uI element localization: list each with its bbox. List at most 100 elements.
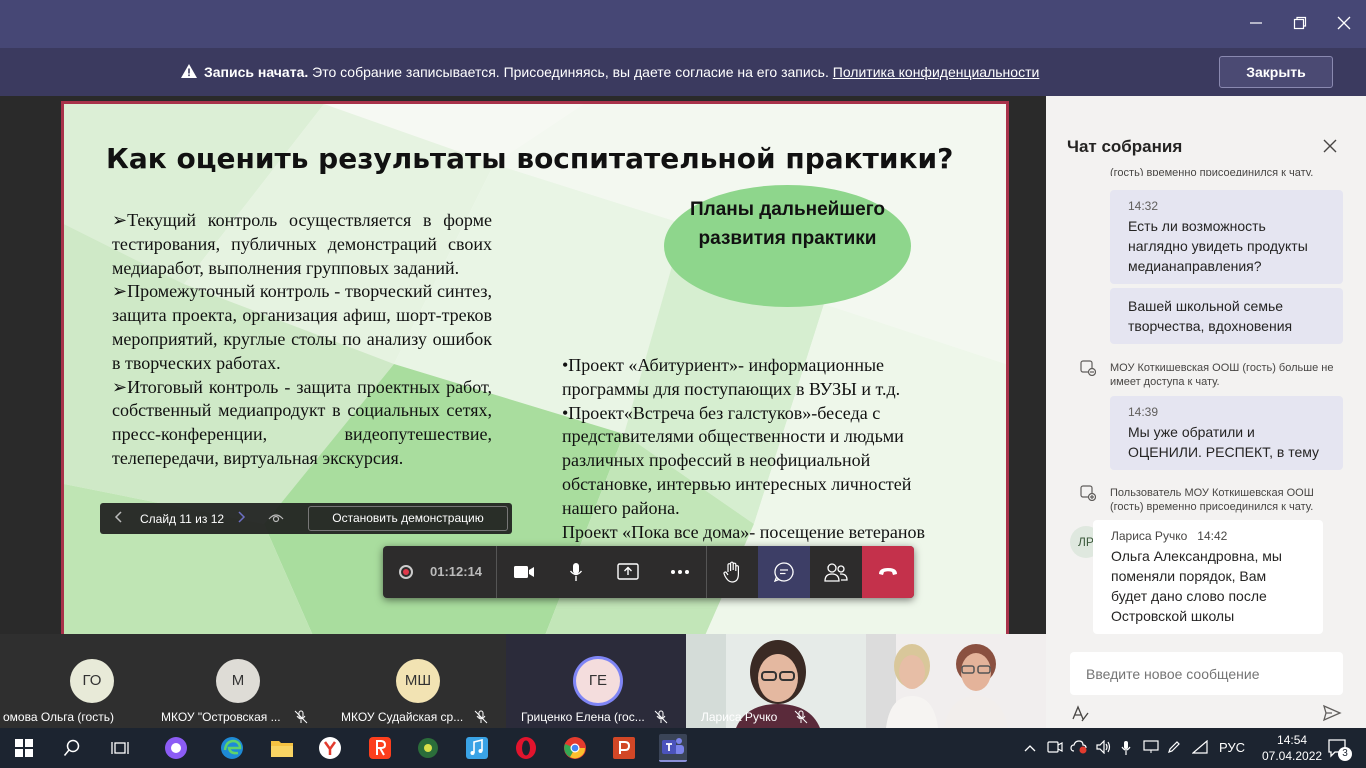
eye-icon	[268, 514, 284, 523]
more-actions-button[interactable]	[654, 546, 706, 598]
message-text: Мы уже обратили и ОЦЕНИЛИ. РЕСПЕКТ, в те…	[1128, 424, 1320, 460]
participant-video-tile[interactable]	[866, 634, 1046, 728]
chevron-up-icon	[1024, 745, 1036, 752]
display-tray[interactable]	[1143, 740, 1159, 757]
globe-icon	[418, 738, 438, 758]
compose-message-input[interactable]	[1070, 652, 1343, 695]
message-text: Есть ли возможность наглядно увидеть про…	[1128, 218, 1308, 274]
chat-messages[interactable]: (гость) временно присоединился к чату. 1…	[1046, 168, 1366, 638]
camera-button[interactable]	[498, 546, 550, 598]
recording-text: Это собрание записывается. Присоединяясь…	[308, 64, 833, 80]
powerpoint-app[interactable]	[610, 734, 638, 762]
recording-title: Запись начата.	[204, 64, 309, 80]
system-message: (гость) временно присоединился к чату.	[1110, 168, 1314, 176]
opera-app[interactable]	[512, 734, 540, 762]
system-message: Пользователь МОУ Коткишевская ООШ (гость…	[1110, 486, 1345, 514]
yandex-browser-app[interactable]	[316, 734, 344, 762]
network-tray[interactable]	[1191, 739, 1208, 757]
banner-close-button[interactable]: Закрыть	[1219, 56, 1333, 88]
minimize-button[interactable]	[1236, 8, 1276, 40]
clock[interactable]: 14:54 07.04.2022	[1262, 732, 1322, 764]
privacy-policy-link[interactable]: Политика конфиденциальности	[833, 64, 1040, 80]
slide-navigation-bar: Слайд 11 из 12 Остановить демонстрацию	[100, 503, 512, 534]
slide-oval: Планы дальнейшего развития практики	[664, 185, 911, 307]
next-slide-button[interactable]	[236, 510, 246, 527]
shared-content-stage: Как оценить результаты воспитательной пр…	[0, 96, 1046, 641]
cloud-tray[interactable]	[1070, 740, 1088, 757]
network-icon	[1191, 739, 1208, 754]
chat-icon	[773, 562, 794, 583]
message-time: 14:32	[1128, 199, 1159, 213]
system-prefix: Пользователь	[1110, 487, 1185, 499]
participants-button[interactable]	[810, 546, 862, 598]
recording-icon	[399, 565, 413, 579]
search-icon	[63, 739, 80, 756]
camera-icon	[514, 566, 534, 578]
participant-avatar: ГО	[70, 659, 114, 703]
video-feed	[866, 634, 1046, 728]
raise-hand-button[interactable]	[706, 546, 758, 598]
chat-join-icon	[1080, 485, 1096, 501]
opera-icon	[516, 737, 536, 759]
close-window-button[interactable]	[1324, 8, 1364, 40]
pen-icon	[1168, 741, 1180, 753]
share-content-button[interactable]	[602, 546, 654, 598]
pen-tray[interactable]	[1167, 740, 1181, 757]
message-text: Ольга Александровна, мы поменяли порядок…	[1111, 548, 1282, 624]
meet-now-tray[interactable]	[1047, 740, 1063, 757]
slide-title: Как оценить результаты воспитательной пр…	[106, 142, 954, 175]
previous-slide-button[interactable]	[114, 510, 124, 527]
send-button[interactable]	[1322, 703, 1342, 723]
chrome-app[interactable]	[561, 734, 589, 762]
participant-avatar: ГЕ	[576, 659, 620, 703]
leave-call-button[interactable]	[862, 546, 914, 598]
hang-up-icon	[879, 568, 897, 575]
camera-tray-icon	[1047, 741, 1063, 753]
stop-presenting-button[interactable]: Остановить демонстрацию	[308, 506, 508, 531]
participant-tile[interactable]: М МКОУ "Островская ...	[146, 634, 326, 728]
chat-button[interactable]	[758, 546, 810, 598]
gps-app[interactable]	[414, 734, 442, 762]
message-text: Вашей школьной семье творчества, вдохнов…	[1128, 298, 1293, 334]
music-app[interactable]	[463, 734, 491, 762]
participant-avatar: М	[216, 659, 260, 703]
participant-tile[interactable]: МШ МКОУ Судайская ср...	[326, 634, 506, 728]
my-message: 14:39 Мы уже обратили и ОЦЕНИЛИ. РЕСПЕКТ…	[1110, 396, 1343, 470]
close-icon	[1337, 16, 1351, 30]
maximize-button[interactable]	[1280, 8, 1320, 40]
mic-muted-icon	[294, 710, 308, 724]
share-screen-icon	[617, 563, 639, 580]
slide-paragraph: •Проект «Абитуриент»- информационные про…	[562, 355, 901, 399]
search-button[interactable]	[58, 734, 86, 762]
file-explorer-app[interactable]	[268, 734, 296, 762]
volume-tray[interactable]	[1096, 739, 1112, 757]
teams-app[interactable]	[659, 734, 687, 762]
edge-app[interactable]	[218, 734, 246, 762]
microphone-button[interactable]	[550, 546, 602, 598]
alice-app[interactable]	[162, 734, 190, 762]
participant-tile[interactable]: ГЕ Гриценко Елена (гос...	[506, 634, 686, 728]
meeting-controls: 01:12:14	[383, 546, 914, 598]
private-view-button[interactable]	[268, 511, 284, 526]
message-time: 14:42	[1197, 529, 1228, 543]
powerpoint-icon	[613, 737, 635, 759]
show-hidden-icons[interactable]	[1024, 740, 1036, 755]
participant-name: Гриценко Елена (гос...	[521, 710, 645, 724]
participant-video-tile[interactable]: Лариса Ручко	[686, 634, 866, 728]
mic-tray[interactable]	[1121, 740, 1131, 759]
start-button[interactable]	[10, 734, 38, 762]
mic-muted-icon	[794, 710, 808, 724]
language-indicator[interactable]: РУС	[1219, 740, 1245, 755]
slide-paragraph: ➢Промежуточный контроль - творческий син…	[112, 281, 492, 373]
oval-text: Планы дальнейшего развития практики	[689, 199, 886, 249]
my-message: Вашей школьной семье творчества, вдохнов…	[1110, 288, 1343, 344]
format-button[interactable]	[1070, 703, 1090, 723]
task-view-button[interactable]	[106, 734, 134, 762]
slide-paragraph: ➢Итоговый контроль - защита проектных ра…	[112, 376, 492, 468]
alice-icon	[165, 737, 187, 759]
hand-icon	[723, 561, 739, 583]
notifications-button[interactable]: 3	[1324, 734, 1352, 762]
chat-close-button[interactable]	[1320, 136, 1340, 156]
yandex-app[interactable]	[366, 734, 394, 762]
slide-paragraph: ➢Текущий контроль осуществляется в форме…	[112, 210, 492, 278]
